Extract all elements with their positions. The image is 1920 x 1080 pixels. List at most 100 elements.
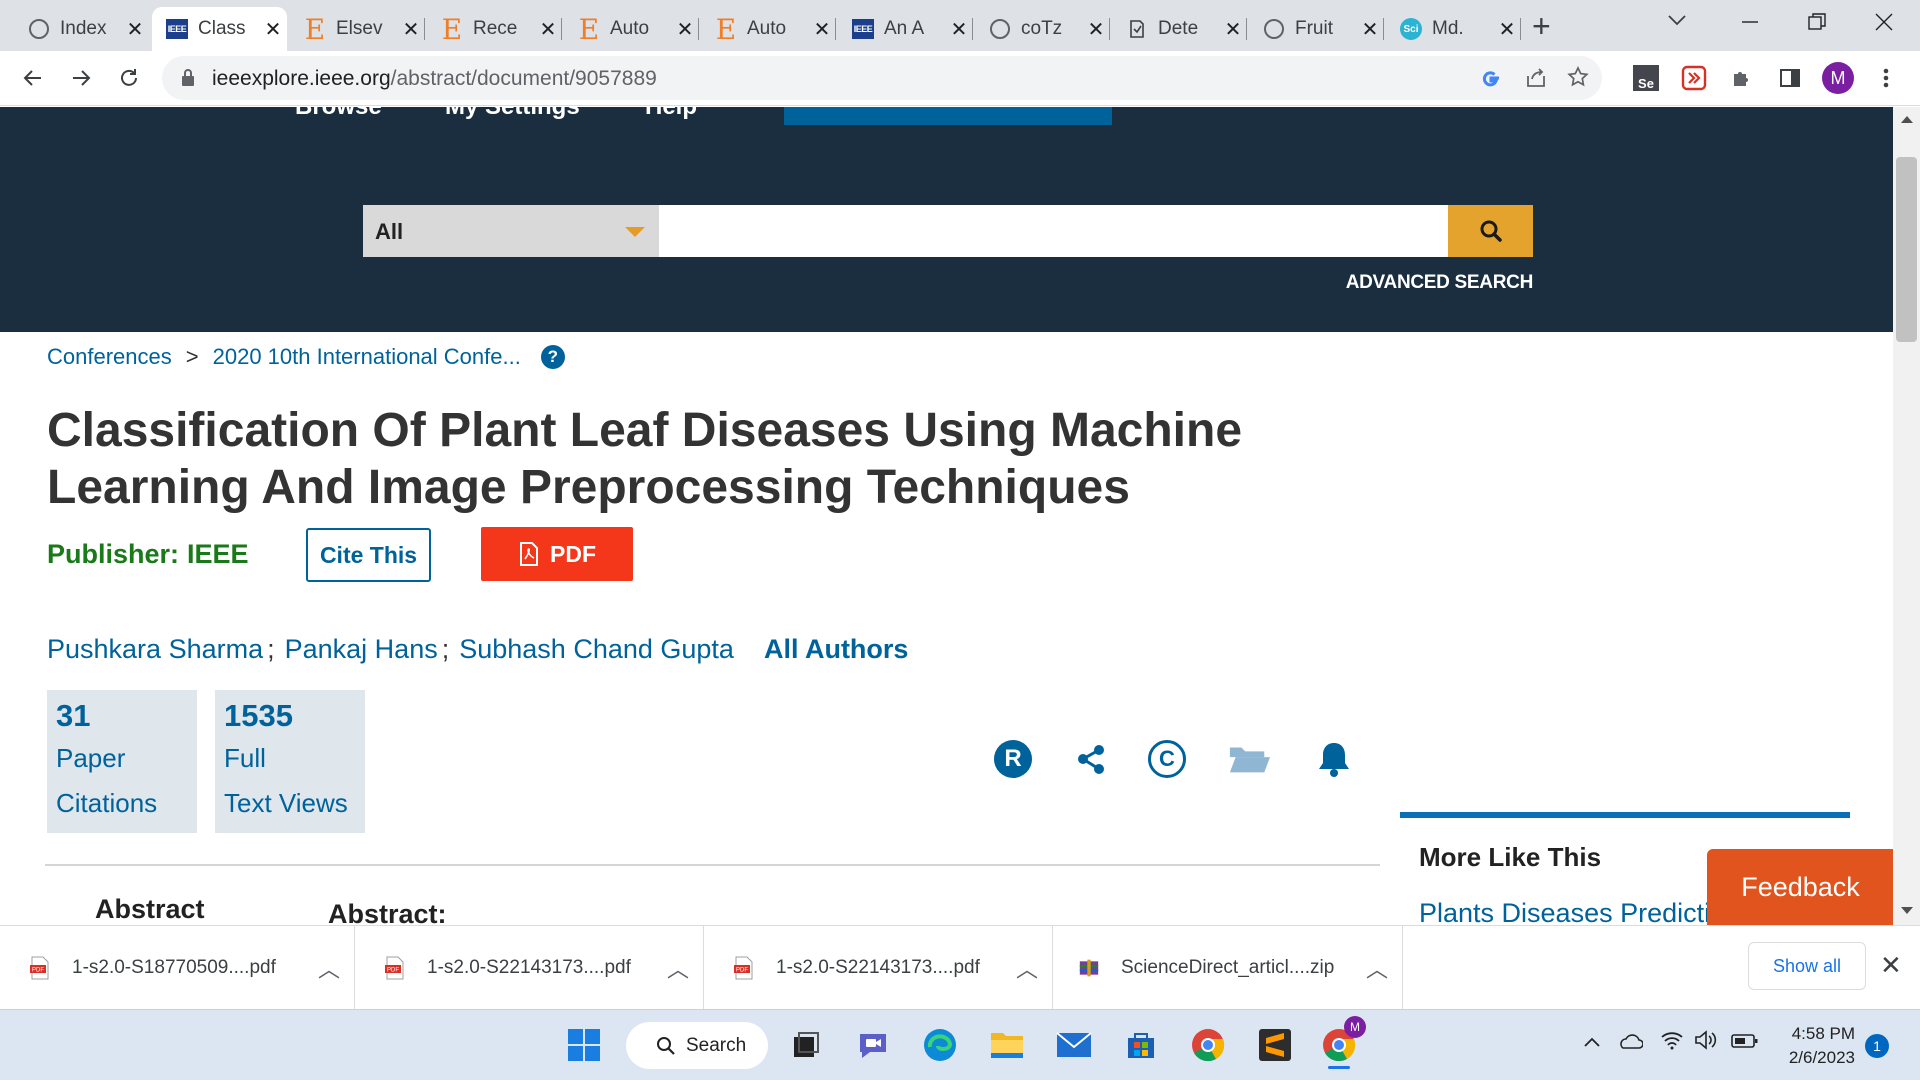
folder-icon[interactable] [1228,738,1270,780]
side-panel-icon[interactable] [1774,62,1806,94]
author-link[interactable]: Pushkara Sharma [47,634,263,665]
task-view-icon[interactable] [783,1022,829,1068]
volume-icon[interactable] [1694,1030,1718,1056]
microsoft-store-icon[interactable] [1118,1022,1164,1068]
close-tab-icon[interactable]: ✕ [534,17,562,42]
taskbar-search[interactable]: Search [626,1022,768,1069]
forward-icon[interactable] [62,59,100,97]
close-tab-icon[interactable]: ✕ [1493,17,1521,42]
breadcrumb-conference[interactable]: 2020 10th International Confe... [213,344,521,370]
download-item[interactable]: PDF 1-s2.0-S22143173....pdf ︿ [704,926,1053,1010]
all-authors-link[interactable]: All Authors [764,634,909,665]
chevron-up-icon[interactable]: ︿ [653,952,703,984]
tab-md[interactable]: Sci Md. ✕ [1386,7,1521,51]
search-scope-select[interactable]: All [363,205,659,257]
close-tab-icon[interactable]: ✕ [397,17,425,42]
tab-index[interactable]: Index ✕ [14,7,149,51]
tab-recent[interactable]: E Rece ✕ [427,7,562,51]
close-tab-icon[interactable]: ✕ [121,17,149,42]
author-link[interactable]: Subhash Chand Gupta [459,634,734,665]
address-bar[interactable]: ieeexplore.ieee.org/abstract/document/90… [162,56,1602,100]
tab-fruit[interactable]: Fruit ✕ [1249,7,1384,51]
help-icon[interactable]: ? [540,345,565,369]
selenium-extension-icon[interactable]: Se [1630,62,1662,94]
feedback-button[interactable]: Feedback [1707,849,1894,925]
close-tab-icon[interactable]: ✕ [259,17,287,42]
reload-icon[interactable] [110,59,148,97]
close-tab-icon[interactable]: ✕ [945,17,973,42]
close-tab-icon[interactable]: ✕ [671,17,699,42]
notification-badge[interactable]: 1 [1865,1034,1889,1058]
system-clock[interactable]: 4:58 PM 2/6/2023 [1775,1022,1855,1070]
close-tab-icon[interactable]: ✕ [1356,17,1384,42]
browser-menu-icon[interactable] [1870,62,1902,94]
download-item[interactable]: PDF 1-s2.0-S18770509....pdf ︿ [0,926,355,1010]
profile-avatar[interactable]: M [1822,62,1854,94]
windows-start-icon[interactable] [561,1022,607,1068]
more-like-this-item[interactable]: Plants Diseases Prediction [1419,898,1719,925]
edge-browser-icon[interactable] [917,1022,963,1068]
nav-browse[interactable]: Browse [295,107,382,121]
scroll-down-icon[interactable] [1901,907,1913,914]
download-item[interactable]: PDF 1-s2.0-S22143173....pdf ︿ [355,926,704,1010]
close-tab-icon[interactable]: ✕ [1082,17,1110,42]
search-input[interactable] [659,205,1448,257]
tab-classification-active[interactable]: IEEE Class ✕ [152,7,287,51]
show-all-downloads-button[interactable]: Show all [1748,942,1866,990]
show-hidden-icons[interactable] [1583,1030,1601,1056]
pdf-button[interactable]: PDF [481,527,633,581]
page-scrollbar[interactable] [1893,107,1920,925]
cite-this-button[interactable]: Cite This [306,528,431,582]
extensions-puzzle-icon[interactable] [1726,62,1758,94]
search-button[interactable] [1448,205,1533,257]
back-icon[interactable] [14,59,52,97]
tab-search-icon[interactable] [1666,12,1688,33]
tab-detection[interactable]: Dete ✕ [1112,7,1247,51]
minimize-icon[interactable] [1738,10,1762,39]
share-page-icon[interactable] [1524,66,1548,95]
chevron-up-icon[interactable]: ︿ [1002,952,1052,984]
institutional-sign-in-button[interactable] [784,107,1112,125]
chrome-icon[interactable] [1185,1022,1231,1068]
abstract-nav-link[interactable]: Abstract [95,894,205,925]
onedrive-icon[interactable] [1617,1030,1644,1056]
restore-icon[interactable] [1805,10,1829,39]
advanced-search-link[interactable]: ADVANCED SEARCH [1346,272,1534,294]
mail-icon[interactable] [1051,1022,1097,1068]
tab-cotz[interactable]: coTz ✕ [975,7,1110,51]
breadcrumb-conferences[interactable]: Conferences [47,344,172,370]
scrollbar-thumb[interactable] [1896,157,1917,342]
scroll-up-icon[interactable] [1901,116,1913,123]
close-tab-icon[interactable]: ✕ [808,17,836,42]
author-link[interactable]: Pankaj Hans [285,634,438,665]
teams-chat-icon[interactable] [850,1022,896,1068]
tab-auto-2[interactable]: E Auto ✕ [701,7,836,51]
close-tab-icon[interactable]: ✕ [1219,17,1247,42]
share-icon[interactable] [1070,738,1112,780]
bell-icon[interactable] [1313,738,1355,780]
full-text-views-metric[interactable]: 1535 Full Text Views [215,690,365,833]
download-item[interactable]: ScienceDirect_articl....zip ︿ [1053,926,1403,1010]
chrome-profile-icon[interactable]: M [1316,1016,1366,1069]
url-text[interactable]: ieeexplore.ieee.org/abstract/document/90… [212,67,657,91]
chevron-up-icon[interactable]: ︿ [1352,952,1402,984]
media-extension-icon[interactable] [1678,62,1710,94]
paper-citations-metric[interactable]: 31 Paper Citations [47,690,197,833]
wifi-icon[interactable] [1660,1030,1684,1056]
copyright-icon[interactable]: C [1146,738,1188,780]
rights-icon[interactable]: R [992,738,1034,780]
nav-help[interactable]: Help [645,107,697,121]
tab-an-a[interactable]: IEEE An A ✕ [838,7,973,51]
tab-auto-1[interactable]: E Auto ✕ [564,7,699,51]
chevron-up-icon[interactable]: ︿ [304,952,354,984]
close-window-icon[interactable] [1872,10,1896,39]
battery-icon[interactable] [1731,1030,1759,1056]
sublime-text-icon[interactable] [1252,1022,1298,1068]
lock-icon[interactable] [180,68,196,93]
new-tab-button[interactable]: + [1532,8,1551,45]
bookmark-star-icon[interactable] [1566,65,1590,94]
tab-elsevier[interactable]: E Elsev ✕ [290,7,425,51]
google-icon[interactable] [1480,67,1502,94]
close-download-shelf-icon[interactable]: ✕ [1880,950,1902,981]
file-explorer-icon[interactable] [984,1022,1030,1068]
